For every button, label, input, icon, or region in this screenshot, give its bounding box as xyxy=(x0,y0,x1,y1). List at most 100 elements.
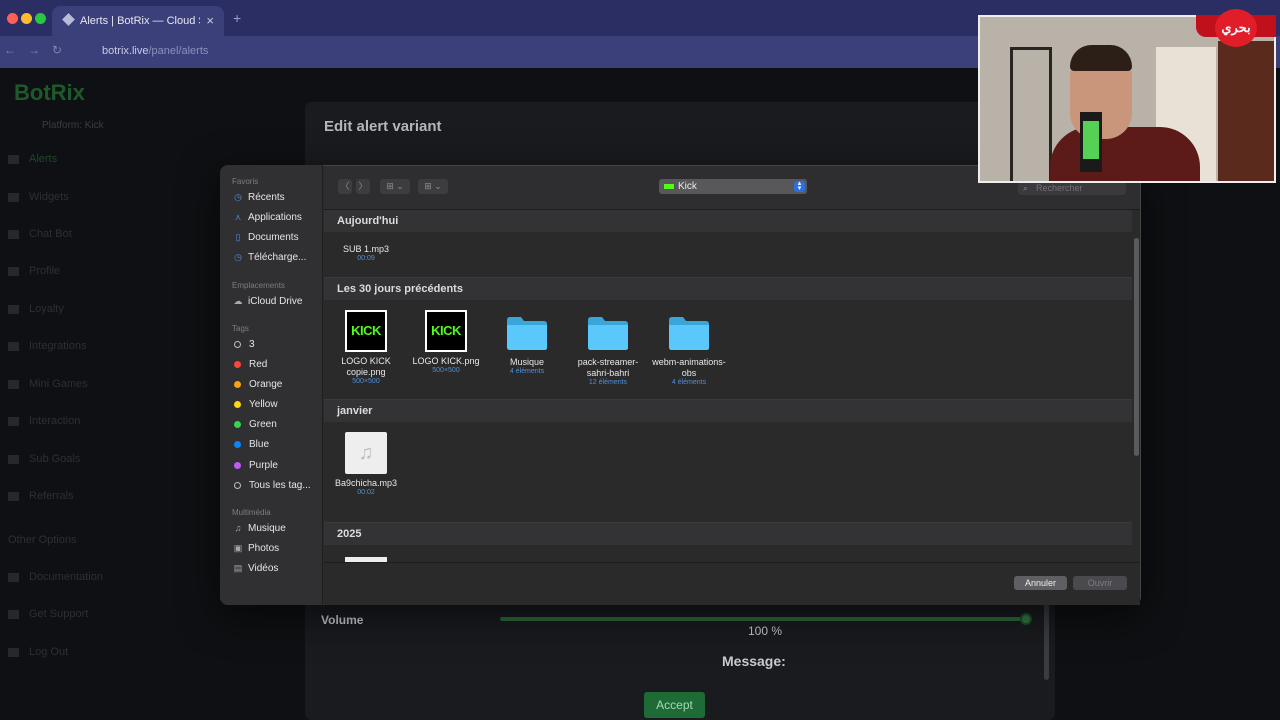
file-group-header: Les 30 jours précédents xyxy=(324,278,1132,300)
url-field[interactable]: botrix.live/panel/alerts xyxy=(102,45,208,57)
sidebar-tag-item[interactable]: Orange xyxy=(233,379,282,390)
reload-icon[interactable]: ↻ xyxy=(52,43,62,57)
file-item[interactable]: webm-animations-obs 4 éléments xyxy=(649,310,729,386)
favorites-header: Favoris xyxy=(232,177,259,186)
tag-label: 3 xyxy=(249,339,255,350)
app-sidebar-item[interactable]: Get Support xyxy=(8,608,88,620)
sidebar-media-item[interactable]: ▤ Vidéos xyxy=(233,563,279,574)
accept-button[interactable]: Accept xyxy=(644,692,705,718)
app-sidebar-label: Interaction xyxy=(29,415,81,427)
back-arrow-icon[interactable]: ← xyxy=(4,43,16,57)
file-name: LOGO KICK.png xyxy=(412,356,480,366)
app-sidebar-label: Log Out xyxy=(29,646,69,658)
file-item[interactable]: pack-streamer-sahri-bahri 12 éléments xyxy=(568,310,648,386)
app-sidebar-item[interactable]: Log Out xyxy=(8,646,68,658)
tag-color-dot-icon xyxy=(234,440,241,448)
modal-title: Edit alert variant xyxy=(324,118,442,135)
view-mode-button[interactable]: ⊞ ⌄ xyxy=(380,179,410,194)
sidebar-favorite-item[interactable]: ◷ Télécharge... xyxy=(233,252,306,263)
volume-value: 100 % xyxy=(748,624,783,638)
app-sidebar-item[interactable]: Other Options xyxy=(8,534,76,546)
app-sidebar-item[interactable]: Profile xyxy=(8,265,60,277)
app-sidebar-item[interactable]: Widgets xyxy=(8,191,69,203)
app-sidebar-item[interactable]: Referrals xyxy=(8,490,74,502)
sidebar-favorite-item[interactable]: ◷ Récents xyxy=(233,192,285,203)
location-popup[interactable]: Kick ▴ ▾ xyxy=(659,179,807,194)
sidebar-media-item[interactable]: ▣ Photos xyxy=(233,543,279,554)
tags-header: Tags xyxy=(232,324,249,333)
sidebar-item-label: Vidéos xyxy=(248,563,279,574)
app-sidebar-item[interactable]: Integrations xyxy=(8,340,86,352)
film-icon: ▤ xyxy=(233,563,243,573)
zoom-window-button[interactable] xyxy=(35,13,46,24)
sidebar-tag-item[interactable]: Purple xyxy=(233,460,278,471)
kick-folder-icon xyxy=(664,184,674,189)
app-sidebar-item[interactable]: Loyalty xyxy=(8,303,64,315)
group-mode-button[interactable]: ⊞ ⌄ xyxy=(418,179,448,194)
file-meta: 500×500 xyxy=(352,378,380,385)
sidebar-tag-item[interactable]: Green xyxy=(233,419,277,430)
browser-tab[interactable]: Alerts | BotRix — Cloud Strea × xyxy=(52,6,224,36)
sidebar-favorite-item[interactable]: ▯ Documents xyxy=(233,232,299,243)
search-field[interactable]: ⌕ Rechercher xyxy=(1018,181,1126,195)
file-name: webm-animations-obs xyxy=(652,357,726,378)
sidebar-tag-item[interactable]: 3 xyxy=(233,339,255,350)
tag-color-dot-icon xyxy=(234,481,241,489)
forward-nav-button[interactable]: 〉 xyxy=(356,179,370,194)
file-item[interactable]: SUB 1.mp3 00:09 xyxy=(326,233,406,262)
app-sidebar-item[interactable]: Documentation xyxy=(8,571,103,583)
file-item[interactable]: ♫ Ba9chicha.mp3 00:02 xyxy=(326,432,406,496)
file-list-scrollbar[interactable] xyxy=(1134,238,1139,456)
sidebar-favorite-item[interactable]: ⋏ Applications xyxy=(233,212,302,223)
app-sidebar-item[interactable]: Chat Bot xyxy=(8,228,72,240)
open-button[interactable]: Ouvrir xyxy=(1073,576,1127,590)
tag-label: Tous les tag... xyxy=(249,480,311,491)
file-meta: 500×500 xyxy=(432,367,460,374)
tab-title: Alerts | BotRix — Cloud Strea xyxy=(80,15,200,27)
app-sidebar-item[interactable]: Sub Goals xyxy=(8,453,80,465)
sidebar-location-item[interactable]: ☁ iCloud Drive xyxy=(233,296,303,307)
back-nav-button[interactable]: 〈 xyxy=(338,179,352,194)
app-sidebar-item[interactable]: Interaction xyxy=(8,415,80,427)
file-item[interactable]: KICK LOGO KICK copie.png 500×500 xyxy=(326,310,406,385)
volume-slider[interactable] xyxy=(500,617,1026,621)
minimize-window-button[interactable] xyxy=(21,13,32,24)
file-item[interactable]: Musique 4 éléments xyxy=(487,310,567,375)
menu-item-icon xyxy=(8,609,19,619)
new-tab-button[interactable]: + xyxy=(233,10,241,26)
file-meta: 4 éléments xyxy=(509,368,545,375)
cancel-button[interactable]: Annuler xyxy=(1014,576,1067,590)
file-name: SUB 1.mp3 xyxy=(342,244,390,254)
tag-label: Purple xyxy=(249,460,278,471)
app-sidebar-item[interactable]: Alerts xyxy=(8,153,57,165)
menu-item-icon xyxy=(8,647,19,657)
forward-arrow-icon[interactable]: → xyxy=(28,43,40,57)
volume-slider-handle[interactable] xyxy=(1020,613,1032,625)
group-divider xyxy=(324,522,1132,523)
group-divider xyxy=(324,277,1132,278)
tag-label: Green xyxy=(249,419,277,430)
close-window-button[interactable] xyxy=(7,13,18,24)
menu-item-icon xyxy=(8,304,19,314)
menu-item-icon xyxy=(8,379,19,389)
app-sidebar-item[interactable]: Mini Games xyxy=(8,378,88,390)
clock-icon: ◷ xyxy=(234,192,242,202)
tab-close-icon[interactable]: × xyxy=(206,13,214,28)
apps-icon: ⋏ xyxy=(234,212,242,222)
group-divider xyxy=(324,399,1132,400)
sidebar-tag-item[interactable]: Blue xyxy=(233,439,269,450)
menu-item-icon xyxy=(8,491,19,501)
audio-file-icon: ♫ xyxy=(345,432,387,474)
platform-label: Platform: Kick xyxy=(42,120,104,131)
sidebar-media-item[interactable]: ♫ Musique xyxy=(233,523,286,534)
sidebar-tag-item[interactable]: Red xyxy=(233,359,267,370)
message-label: Message: xyxy=(722,653,786,669)
file-meta: 00:09 xyxy=(357,255,375,262)
sidebar-tag-item[interactable]: Tous les tag... xyxy=(233,480,311,491)
file-item[interactable]: KICK LOGO KICK.png 500×500 xyxy=(406,310,486,374)
modal-scrollbar[interactable] xyxy=(1044,598,1049,680)
sidebar-tag-item[interactable]: Yellow xyxy=(233,399,278,410)
media-header: Multimédia xyxy=(232,508,271,517)
locations-header: Emplacements xyxy=(232,281,285,290)
file-group-header: Aujourd'hui xyxy=(324,210,1132,232)
